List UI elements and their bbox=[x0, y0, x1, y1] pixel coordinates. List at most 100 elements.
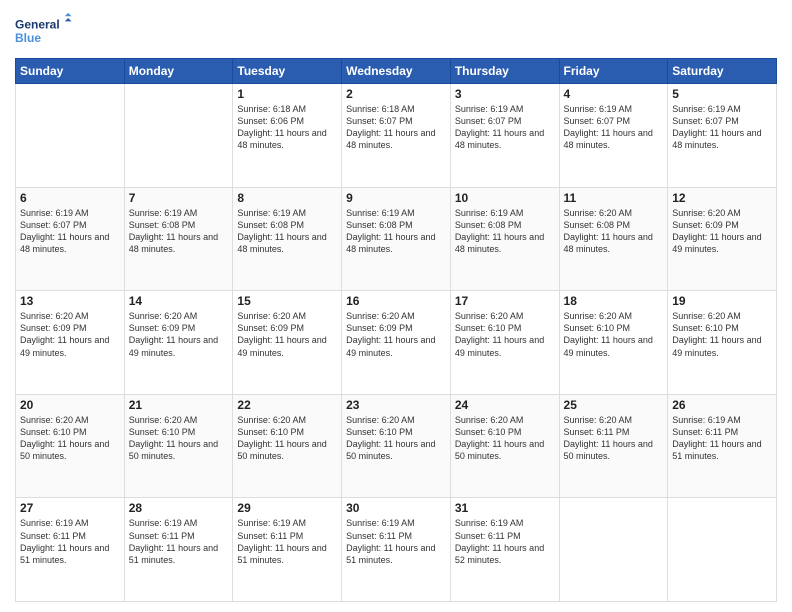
day-number: 30 bbox=[346, 501, 446, 515]
cell-info: Sunrise: 6:20 AMSunset: 6:10 PMDaylight:… bbox=[129, 414, 229, 463]
header: General Blue bbox=[15, 10, 777, 50]
day-number: 22 bbox=[237, 398, 337, 412]
calendar-cell: 21 Sunrise: 6:20 AMSunset: 6:10 PMDayligh… bbox=[124, 394, 233, 498]
calendar-cell: 27 Sunrise: 6:19 AMSunset: 6:11 PMDayligh… bbox=[16, 498, 125, 602]
cell-info: Sunrise: 6:20 AMSunset: 6:09 PMDaylight:… bbox=[20, 310, 120, 359]
week-row-4: 27 Sunrise: 6:19 AMSunset: 6:11 PMDayligh… bbox=[16, 498, 777, 602]
day-number: 1 bbox=[237, 87, 337, 101]
day-number: 5 bbox=[672, 87, 772, 101]
day-number: 26 bbox=[672, 398, 772, 412]
cell-info: Sunrise: 6:19 AMSunset: 6:08 PMDaylight:… bbox=[237, 207, 337, 256]
calendar-cell: 1 Sunrise: 6:18 AMSunset: 6:06 PMDaylight… bbox=[233, 84, 342, 188]
col-header-saturday: Saturday bbox=[668, 59, 777, 84]
calendar-cell: 19 Sunrise: 6:20 AMSunset: 6:10 PMDayligh… bbox=[668, 291, 777, 395]
day-number: 7 bbox=[129, 191, 229, 205]
cell-info: Sunrise: 6:19 AMSunset: 6:07 PMDaylight:… bbox=[672, 103, 772, 152]
day-number: 18 bbox=[564, 294, 664, 308]
day-number: 13 bbox=[20, 294, 120, 308]
calendar-cell: 3Sunrise: 6:19 AMSunset: 6:07 PMDaylight… bbox=[450, 84, 559, 188]
day-number: 8 bbox=[237, 191, 337, 205]
col-header-friday: Friday bbox=[559, 59, 668, 84]
calendar-cell: 15Sunrise: 6:20 AMSunset: 6:09 PMDayligh… bbox=[233, 291, 342, 395]
cell-info: Sunrise: 6:20 AMSunset: 6:08 PMDaylight:… bbox=[564, 207, 664, 256]
day-number: 17 bbox=[455, 294, 555, 308]
calendar-header-row: SundayMondayTuesdayWednesdayThursdayFrid… bbox=[16, 59, 777, 84]
calendar-cell: 10Sunrise: 6:19 AMSunset: 6:08 PMDayligh… bbox=[450, 187, 559, 291]
cell-info: Sunrise: 6:19 AMSunset: 6:07 PMDaylight:… bbox=[564, 103, 664, 152]
week-row-3: 20 Sunrise: 6:20 AMSunset: 6:10 PMDayligh… bbox=[16, 394, 777, 498]
day-number: 9 bbox=[346, 191, 446, 205]
cell-info: Sunrise: 6:19 AMSunset: 6:07 PMDaylight:… bbox=[455, 103, 555, 152]
cell-info: Sunrise: 6:19 AMSunset: 6:08 PMDaylight:… bbox=[346, 207, 446, 256]
calendar-cell: 26 Sunrise: 6:19 AMSunset: 6:11 PMDayligh… bbox=[668, 394, 777, 498]
day-number: 25 bbox=[564, 398, 664, 412]
calendar-cell: 29 Sunrise: 6:19 AMSunset: 6:11 PMDayligh… bbox=[233, 498, 342, 602]
day-number: 27 bbox=[20, 501, 120, 515]
col-header-tuesday: Tuesday bbox=[233, 59, 342, 84]
calendar-cell: 17 Sunrise: 6:20 AMSunset: 6:10 PMDayligh… bbox=[450, 291, 559, 395]
calendar-cell: 5 Sunrise: 6:19 AMSunset: 6:07 PMDaylight… bbox=[668, 84, 777, 188]
day-number: 28 bbox=[129, 501, 229, 515]
cell-info: Sunrise: 6:20 AMSunset: 6:11 PMDaylight:… bbox=[564, 414, 664, 463]
cell-info: Sunrise: 6:20 AMSunset: 6:09 PMDaylight:… bbox=[672, 207, 772, 256]
cell-info: Sunrise: 6:20 AMSunset: 6:10 PMDaylight:… bbox=[672, 310, 772, 359]
day-number: 29 bbox=[237, 501, 337, 515]
calendar-cell: 12 Sunrise: 6:20 AMSunset: 6:09 PMDayligh… bbox=[668, 187, 777, 291]
calendar-cell: 11Sunrise: 6:20 AMSunset: 6:08 PMDayligh… bbox=[559, 187, 668, 291]
calendar-cell: 23 Sunrise: 6:20 AMSunset: 6:10 PMDayligh… bbox=[342, 394, 451, 498]
calendar-cell: 14 Sunrise: 6:20 AMSunset: 6:09 PMDayligh… bbox=[124, 291, 233, 395]
calendar-cell: 30Sunrise: 6:19 AMSunset: 6:11 PMDayligh… bbox=[342, 498, 451, 602]
day-number: 20 bbox=[20, 398, 120, 412]
calendar-cell bbox=[668, 498, 777, 602]
cell-info: Sunrise: 6:18 AMSunset: 6:06 PMDaylight:… bbox=[237, 103, 337, 152]
calendar-cell: 25 Sunrise: 6:20 AMSunset: 6:11 PMDayligh… bbox=[559, 394, 668, 498]
cell-info: Sunrise: 6:20 AMSunset: 6:10 PMDaylight:… bbox=[20, 414, 120, 463]
cell-info: Sunrise: 6:20 AMSunset: 6:09 PMDaylight:… bbox=[129, 310, 229, 359]
calendar-cell: 18Sunrise: 6:20 AMSunset: 6:10 PMDayligh… bbox=[559, 291, 668, 395]
calendar-cell: 8 Sunrise: 6:19 AMSunset: 6:08 PMDaylight… bbox=[233, 187, 342, 291]
calendar-cell: 22 Sunrise: 6:20 AMSunset: 6:10 PMDayligh… bbox=[233, 394, 342, 498]
cell-info: Sunrise: 6:20 AMSunset: 6:09 PMDaylight:… bbox=[346, 310, 446, 359]
day-number: 14 bbox=[129, 294, 229, 308]
cell-info: Sunrise: 6:19 AMSunset: 6:11 PMDaylight:… bbox=[129, 517, 229, 566]
day-number: 2 bbox=[346, 87, 446, 101]
day-number: 23 bbox=[346, 398, 446, 412]
cell-info: Sunrise: 6:19 AMSunset: 6:11 PMDaylight:… bbox=[672, 414, 772, 463]
calendar-cell: 4 Sunrise: 6:19 AMSunset: 6:07 PMDaylight… bbox=[559, 84, 668, 188]
calendar-cell: 2 Sunrise: 6:18 AMSunset: 6:07 PMDaylight… bbox=[342, 84, 451, 188]
day-number: 24 bbox=[455, 398, 555, 412]
cell-info: Sunrise: 6:19 AMSunset: 6:07 PMDaylight:… bbox=[20, 207, 120, 256]
calendar-cell bbox=[16, 84, 125, 188]
svg-text:Blue: Blue bbox=[15, 31, 41, 45]
calendar-cell: 13 Sunrise: 6:20 AMSunset: 6:09 PMDayligh… bbox=[16, 291, 125, 395]
calendar-cell: 31Sunrise: 6:19 AMSunset: 6:11 PMDayligh… bbox=[450, 498, 559, 602]
cell-info: Sunrise: 6:20 AMSunset: 6:10 PMDaylight:… bbox=[346, 414, 446, 463]
day-number: 6 bbox=[20, 191, 120, 205]
calendar-table: SundayMondayTuesdayWednesdayThursdayFrid… bbox=[15, 58, 777, 602]
day-number: 12 bbox=[672, 191, 772, 205]
day-number: 19 bbox=[672, 294, 772, 308]
cell-info: Sunrise: 6:20 AMSunset: 6:09 PMDaylight:… bbox=[237, 310, 337, 359]
col-header-thursday: Thursday bbox=[450, 59, 559, 84]
calendar-cell: 24 Sunrise: 6:20 AMSunset: 6:10 PMDayligh… bbox=[450, 394, 559, 498]
week-row-1: 6 Sunrise: 6:19 AMSunset: 6:07 PMDaylight… bbox=[16, 187, 777, 291]
day-number: 31 bbox=[455, 501, 555, 515]
cell-info: Sunrise: 6:18 AMSunset: 6:07 PMDaylight:… bbox=[346, 103, 446, 152]
cell-info: Sunrise: 6:19 AMSunset: 6:11 PMDaylight:… bbox=[20, 517, 120, 566]
day-number: 16 bbox=[346, 294, 446, 308]
cell-info: Sunrise: 6:20 AMSunset: 6:10 PMDaylight:… bbox=[455, 310, 555, 359]
day-number: 4 bbox=[564, 87, 664, 101]
col-header-sunday: Sunday bbox=[16, 59, 125, 84]
calendar-cell: 7Sunrise: 6:19 AMSunset: 6:08 PMDaylight… bbox=[124, 187, 233, 291]
calendar-cell bbox=[124, 84, 233, 188]
day-number: 21 bbox=[129, 398, 229, 412]
calendar-cell bbox=[559, 498, 668, 602]
calendar-cell: 16 Sunrise: 6:20 AMSunset: 6:09 PMDayligh… bbox=[342, 291, 451, 395]
cell-info: Sunrise: 6:19 AMSunset: 6:11 PMDaylight:… bbox=[237, 517, 337, 566]
week-row-2: 13 Sunrise: 6:20 AMSunset: 6:09 PMDayligh… bbox=[16, 291, 777, 395]
calendar-cell: 9 Sunrise: 6:19 AMSunset: 6:08 PMDaylight… bbox=[342, 187, 451, 291]
cell-info: Sunrise: 6:20 AMSunset: 6:10 PMDaylight:… bbox=[455, 414, 555, 463]
cell-info: Sunrise: 6:20 AMSunset: 6:10 PMDaylight:… bbox=[237, 414, 337, 463]
logo: General Blue bbox=[15, 10, 75, 50]
svg-text:General: General bbox=[15, 17, 60, 31]
